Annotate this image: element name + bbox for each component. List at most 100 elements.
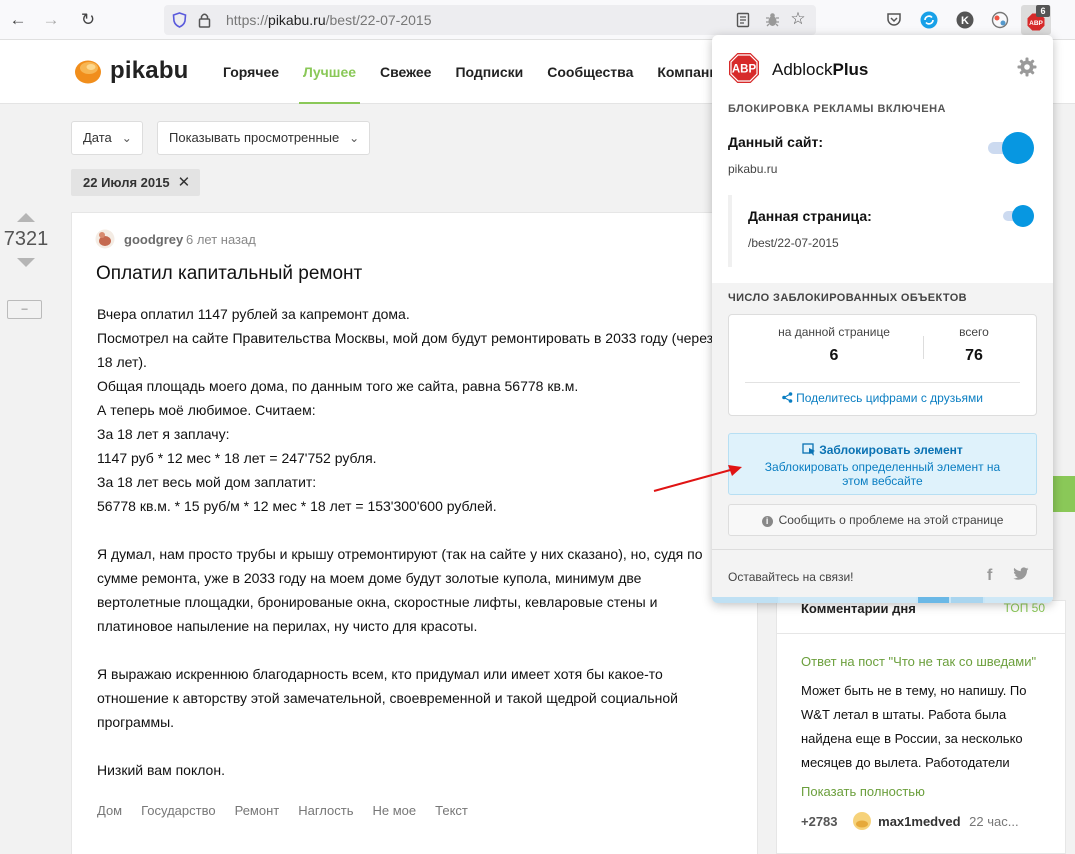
page-toggle-label: Данная страница: (748, 208, 872, 224)
story-body-line: отношение к авторству этой замечательной… (97, 690, 678, 706)
comment-score: +2783 (801, 814, 838, 829)
comment-post-link[interactable]: Ответ на пост "Что не так со шведами" (801, 654, 1036, 669)
site-toggle[interactable] (988, 132, 1034, 164)
collapse-story-button[interactable]: – (7, 300, 42, 319)
info-icon: i (761, 516, 773, 527)
block-element-button[interactable]: Заблокировать элемент Заблокировать опре… (728, 433, 1037, 495)
top50-link[interactable]: ТОП 50 (1004, 601, 1045, 615)
commenter-name[interactable]: max1medved (878, 814, 960, 829)
story-tag[interactable]: Государство (141, 803, 215, 818)
report-issue-label: Сообщить о проблеме на этой странице (778, 513, 1004, 527)
page-path: /best/22-07-2015 (748, 236, 839, 250)
author-name[interactable]: goodgrey (124, 232, 183, 247)
story-tag[interactable]: Дом (97, 803, 122, 818)
page-toggle[interactable] (1003, 205, 1034, 227)
story-tag[interactable]: Наглость (298, 803, 353, 818)
comment-text: Может быть не в тему, но напишу. По W&T … (801, 683, 1027, 770)
viewed-filter-dropdown[interactable]: Показывать просмотренные ⌄ (157, 121, 371, 155)
story-tag[interactable]: Ремонт (235, 803, 280, 818)
reader-view-icon[interactable] (736, 12, 750, 28)
story-body-line: Посмотрел на сайте Правительства Москвы,… (97, 330, 714, 346)
stats-title: ЧИСЛО ЗАБЛОКИРОВАННЫХ ОБЪЕКТОВ (728, 292, 968, 304)
main-nav: Горячее Лучшее Свежее Подписки Сообществ… (211, 40, 739, 104)
author-avatar[interactable] (95, 229, 115, 249)
block-element-desc: Заблокировать определенный элемент на эт… (764, 460, 1001, 488)
stats-divider (745, 382, 1020, 383)
story-body-blank (97, 734, 737, 758)
adblock-plus-popup: ABP AdblockPlus БЛОКИРОВКА РЕКЛАМЫ ВКЛЮЧ… (712, 35, 1053, 603)
story-body-line: А теперь моё любимое. Считаем: (97, 402, 316, 418)
abp-title: AdblockPlus (772, 60, 869, 79)
footer-divider (712, 549, 1053, 550)
nav-subscriptions[interactable]: Подписки (443, 40, 535, 104)
story-rating: 7321 (0, 213, 52, 267)
comments-of-day-card: Комментарии дня ТОП 50 Ответ на пост "Чт… (776, 600, 1066, 854)
post-time: 6 лет назад (186, 232, 256, 247)
comments-of-day-heading: Комментарии дня (801, 601, 916, 616)
lock-icon[interactable] (198, 12, 211, 28)
bookmark-star-icon[interactable]: ☆ (789, 10, 807, 28)
forward-icon[interactable]: → (41, 10, 61, 30)
nav-fresh[interactable]: Свежее (368, 40, 443, 104)
site-toggle-label: Данный сайт: (728, 134, 823, 150)
rating-value: 7321 (3, 228, 49, 250)
globe-extension-icon[interactable] (991, 11, 1009, 29)
gear-icon[interactable] (1017, 57, 1037, 77)
total-count: 76 (965, 347, 983, 364)
story-body-blank (97, 638, 737, 662)
on-page-count: 6 (829, 347, 839, 364)
site-logo-text[interactable]: pikabu (110, 57, 189, 85)
page-section-rule (728, 195, 732, 267)
footer-strip (712, 597, 1053, 603)
story-body-line: За 18 лет весь мой дом заплатит: (97, 474, 317, 490)
abp-toolbar-button[interactable]: ABP 6 (1021, 5, 1051, 35)
stats-page-col: на данной странице 6 (759, 325, 909, 365)
k-extension-icon[interactable]: K (956, 11, 974, 29)
sync-extension-icon[interactable] (920, 11, 938, 29)
select-element-icon (802, 443, 816, 456)
nav-best[interactable]: Лучшее (291, 40, 368, 104)
shield-icon[interactable] (172, 12, 187, 28)
facebook-icon[interactable]: f (987, 567, 992, 585)
story-body: Вчера оплатил 1147 рублей за капремонт д… (97, 302, 737, 782)
page-toggle-knob (1012, 205, 1034, 227)
upvote-icon[interactable] (17, 213, 35, 222)
close-icon[interactable]: ✕ (178, 174, 191, 191)
date-chip: 22 Июля 2015 ✕ (71, 169, 201, 196)
date-filter-dropdown[interactable]: Дата ⌄ (71, 121, 143, 155)
story-tag[interactable]: Не мое (373, 803, 417, 818)
abp-badge: 6 (1036, 5, 1050, 17)
share-stats-link[interactable]: Поделитесь цифрами с друзьями (729, 391, 1036, 405)
comment-time: 22 час... (969, 814, 1019, 829)
story-body-line: За 18 лет я заплачу: (97, 426, 230, 442)
svg-text:K: K (961, 15, 969, 27)
bug-icon[interactable] (764, 11, 781, 28)
back-icon[interactable]: ← (8, 10, 28, 30)
svg-text:ABP: ABP (732, 64, 757, 76)
share-stats-label: Поделитесь цифрами с друзьями (796, 391, 983, 405)
downvote-icon[interactable] (17, 258, 35, 267)
story-tag[interactable]: Текст (435, 803, 468, 818)
pikabu-logo-icon[interactable] (74, 58, 102, 84)
story-body-blank (97, 518, 737, 542)
date-chip-label: 22 Июля 2015 (83, 175, 170, 190)
story-body-line: 1147 руб * 12 мес * 18 лет = 247'752 руб… (97, 450, 377, 466)
on-page-label: на данной странице (778, 325, 890, 339)
show-more-link[interactable]: Показать полностью (801, 784, 925, 799)
story-title[interactable]: Оплатил капитальный ремонт (96, 263, 362, 285)
twitter-icon[interactable] (1013, 567, 1029, 581)
story-body-line: 18 лет). (97, 354, 147, 370)
pocket-icon[interactable] (886, 12, 902, 28)
commenter-avatar[interactable] (852, 811, 872, 831)
reload-icon[interactable]: ↻ (78, 10, 98, 30)
nav-communities[interactable]: Сообщества (535, 40, 645, 104)
report-issue-button[interactable]: i Сообщить о проблеме на этой странице (728, 504, 1037, 536)
address-bar[interactable]: https://pikabu.ru/best/22-07-2015 ☆ (164, 5, 816, 35)
story-body-line: Общая площадь моего дома, по данным того… (97, 378, 579, 394)
story-body-line: вертолетные площадки, бронированые окна,… (97, 594, 658, 610)
abp-status-text: БЛОКИРОВКА РЕКЛАМЫ ВКЛЮЧЕНА (728, 103, 946, 115)
story-body-line: 56778 кв.м. * 15 руб/м * 12 мес * 18 лет… (97, 498, 497, 514)
chevron-down-icon: ⌄ (349, 131, 360, 145)
site-domain: pikabu.ru (728, 162, 778, 176)
nav-hot[interactable]: Горячее (211, 40, 291, 104)
